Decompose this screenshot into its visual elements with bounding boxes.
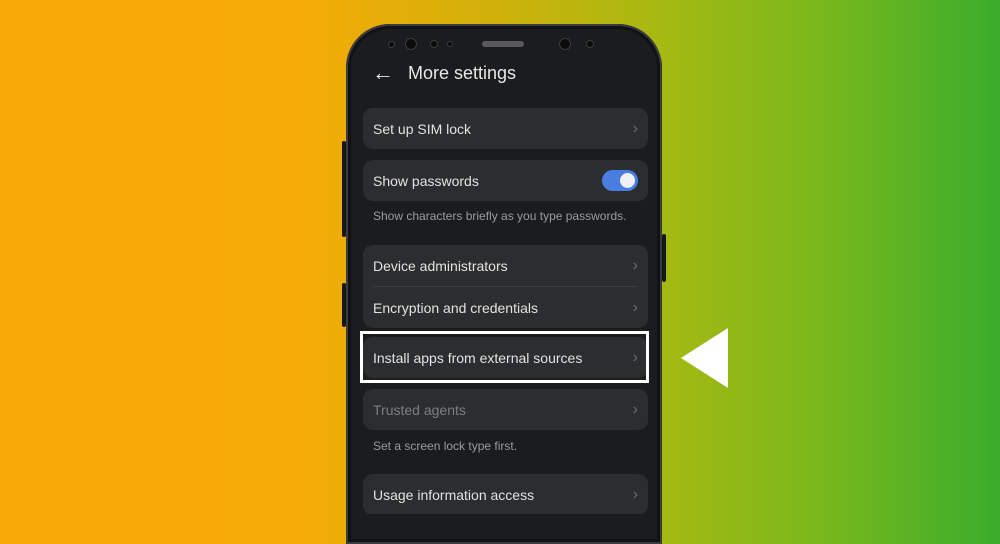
item-label: Encryption and credentials xyxy=(373,299,538,316)
item-label: Trusted agents xyxy=(373,401,466,418)
admin-group: Device administrators › Encryption and c… xyxy=(363,245,648,328)
show-passwords-item[interactable]: Show passwords xyxy=(363,160,648,201)
earpiece-speaker xyxy=(482,41,524,47)
phone-screen: ← More settings Set up SIM lock › Show p… xyxy=(354,34,654,514)
chevron-right-icon: › xyxy=(632,298,638,316)
chevron-right-icon: › xyxy=(632,485,638,503)
chevron-right-icon: › xyxy=(632,119,638,137)
phone-power-button xyxy=(662,234,666,282)
proximity-sensor xyxy=(431,41,437,47)
iris-scanner-icon xyxy=(406,39,416,49)
arrow-left-icon[interactable]: ← xyxy=(372,62,394,84)
show-passwords-hint: Show characters briefly as you type pass… xyxy=(373,209,627,223)
usage-access-group: Usage information access › xyxy=(363,474,648,514)
item-label: Usage information access xyxy=(373,486,535,503)
highlight-box xyxy=(360,331,649,383)
front-camera-icon xyxy=(560,39,570,49)
item-label: Show passwords xyxy=(373,172,479,189)
triangle-left-icon xyxy=(681,328,728,388)
item-label: Set up SIM lock xyxy=(373,120,472,137)
usage-information-access-item[interactable]: Usage information access › xyxy=(363,474,648,514)
trusted-agents-group: Trusted agents › xyxy=(363,389,648,430)
iris-camera xyxy=(587,41,593,47)
item-label: Device administrators xyxy=(373,257,508,274)
encryption-credentials-item[interactable]: Encryption and credentials › xyxy=(363,287,648,328)
page-header: ← More settings xyxy=(372,62,516,84)
show-passwords-group: Show passwords xyxy=(363,160,648,201)
trusted-agents-hint: Set a screen lock type first. xyxy=(373,439,518,453)
phone-top-bezel xyxy=(354,34,654,58)
chevron-right-icon: › xyxy=(632,400,638,418)
show-passwords-toggle[interactable] xyxy=(602,170,638,191)
sensor-dot xyxy=(389,42,394,47)
light-sensor xyxy=(448,42,452,46)
toggle-knob xyxy=(620,173,635,188)
trusted-agents-item[interactable]: Trusted agents › xyxy=(363,389,648,430)
sim-lock-group: Set up SIM lock › xyxy=(363,108,648,149)
chevron-right-icon: › xyxy=(632,256,638,274)
set-up-sim-lock-item[interactable]: Set up SIM lock › xyxy=(363,108,648,149)
page-title: More settings xyxy=(408,62,517,83)
device-administrators-item[interactable]: Device administrators › xyxy=(363,245,648,286)
